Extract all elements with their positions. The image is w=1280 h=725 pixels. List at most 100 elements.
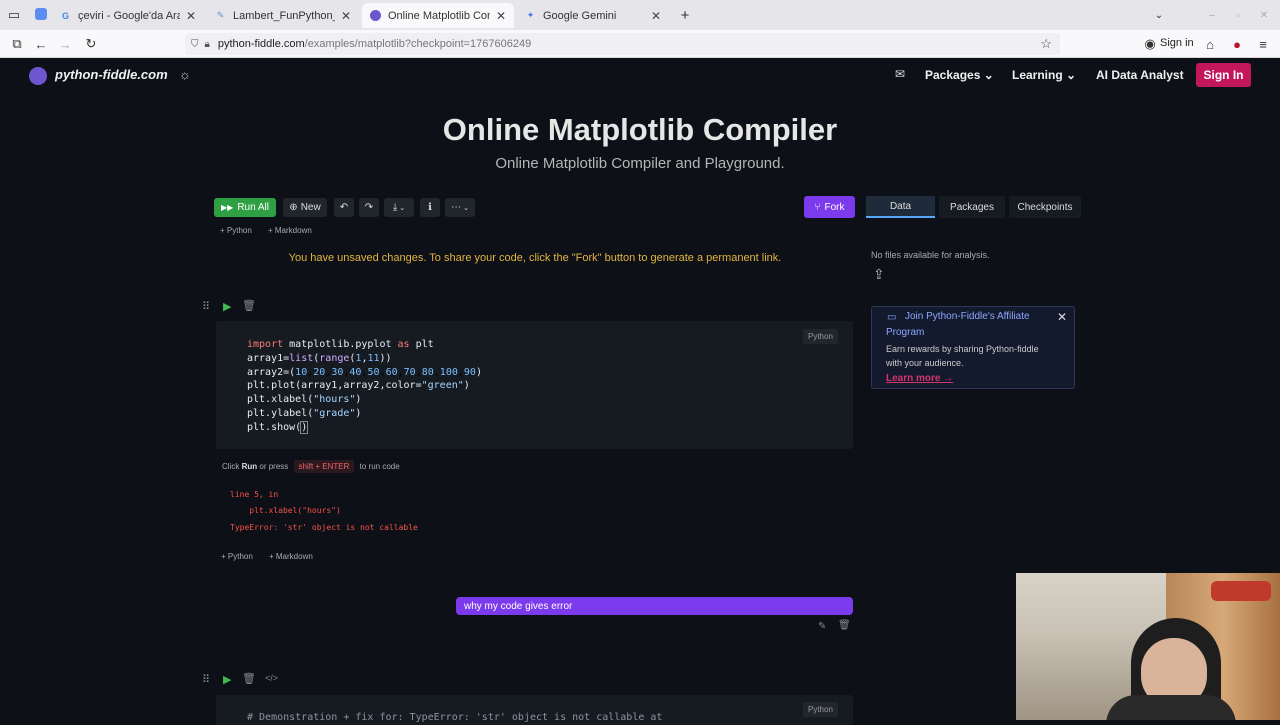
red-object: [1211, 581, 1271, 601]
new-button[interactable]: ⊕ New: [283, 198, 327, 217]
info-button[interactable]: ℹ: [420, 198, 440, 217]
delete-cell-icon[interactable]: 🗑︎: [242, 672, 256, 685]
more-button[interactable]: ⋯ ⌄: [445, 198, 475, 217]
run-all-button[interactable]: ▶▶ Run All: [214, 198, 276, 217]
chevron-down-icon: ⌄: [399, 204, 406, 212]
nav-learning[interactable]: Learning ⌄: [1012, 68, 1076, 82]
language-badge[interactable]: Python: [803, 702, 838, 717]
mail-icon[interactable]: ✉: [895, 67, 905, 81]
affiliate-title: Join Python-Fiddle's Affiliate: [905, 311, 1030, 322]
tab-google-search[interactable]: G çeviri - Google'da Ara ✕: [52, 3, 204, 28]
download-icon: ⤓: [392, 202, 398, 213]
plus-circle-icon: ⊕: [289, 202, 298, 213]
nav-packages-label: Packages: [925, 68, 981, 82]
gemini-icon: ✦: [526, 10, 535, 20]
pinned-tab-icon[interactable]: [35, 8, 47, 20]
affiliate-card: ▭ Join Python-Fiddle's Affiliate Program…: [871, 306, 1075, 389]
code-editor[interactable]: import matplotlib.pyplot as plt array1=l…: [247, 338, 482, 435]
close-tab-icon[interactable]: ✕: [651, 9, 661, 23]
close-icon[interactable]: ✕: [1057, 310, 1067, 324]
page-subtitle: Online Matplotlib Compiler and Playgroun…: [495, 155, 785, 172]
edit-icon[interactable]: ✎: [818, 621, 826, 632]
tab-overview-icon[interactable]: ▭: [6, 7, 22, 23]
window-close-icon[interactable]: ✕: [1256, 7, 1272, 23]
browser-signin[interactable]: Sign in: [1160, 37, 1194, 49]
hint-text: or press: [259, 462, 289, 471]
fork-button[interactable]: ⑂ Fork: [804, 196, 855, 218]
download-button[interactable]: ⤓ ⌄: [384, 198, 414, 217]
redo-button[interactable]: ↷: [359, 198, 379, 217]
error-output-line: TypeError: 'str' object is not callable: [230, 523, 418, 532]
maximize-icon[interactable]: ▫: [1230, 7, 1246, 23]
drag-handle-icon[interactable]: ⠿: [202, 300, 210, 313]
language-badge[interactable]: Python: [803, 329, 838, 344]
delete-cell-icon[interactable]: 🗑︎: [242, 299, 256, 312]
upload-icon[interactable]: ⇪: [873, 266, 885, 283]
code-cell[interactable]: Python import matplotlib.pyplot as plt a…: [216, 321, 853, 449]
webcam-overlay: [1016, 573, 1280, 720]
run-hint: Click Run or press shift + ENTER to run …: [222, 460, 400, 473]
minimize-icon[interactable]: –: [1204, 7, 1220, 23]
add-python-cell[interactable]: + Python: [221, 552, 253, 561]
close-tab-icon[interactable]: ✕: [496, 9, 506, 23]
code-icon[interactable]: </>: [265, 673, 278, 683]
tab-title: Online Matplotlib Compi: [388, 9, 490, 22]
tab-checkpoints[interactable]: Checkpoints: [1009, 196, 1081, 218]
tab-packages[interactable]: Packages: [939, 196, 1005, 218]
tab-data[interactable]: Data: [866, 196, 935, 218]
url-bar[interactable]: ⛉ 🔒︎ python-fiddle.com /examples/matplot…: [185, 33, 1060, 55]
menu-icon[interactable]: ≡: [1255, 36, 1271, 52]
chevron-down-icon: ⌄: [463, 204, 469, 212]
keyboard-shortcut: shift + ENTER: [293, 460, 355, 473]
run-cell-icon[interactable]: ▶: [223, 300, 231, 313]
close-tab-icon[interactable]: ✕: [186, 9, 196, 23]
bookmark-star-icon[interactable]: ☆: [1040, 36, 1052, 52]
error-output-line: plt.xlabel("hours"): [230, 506, 341, 515]
code-editor[interactable]: # Demonstration + fix for: TypeError: 's…: [247, 711, 662, 725]
tracking-protection-icon[interactable]: ⛉: [191, 39, 199, 50]
tab-title: çeviri - Google'da Ara: [78, 9, 180, 22]
affiliate-body: with your audience.: [886, 358, 964, 368]
fork-label: Fork: [824, 201, 845, 213]
drag-handle-icon[interactable]: ⠿: [202, 673, 210, 686]
python-fiddle-logo-icon[interactable]: [29, 67, 47, 85]
back-icon[interactable]: ←: [33, 36, 49, 52]
nav-ai-data-analyst[interactable]: AI Data Analyst: [1096, 68, 1184, 82]
code-cell[interactable]: Python # Demonstration + fix for: TypeEr…: [216, 695, 853, 725]
chevron-down-icon: ⌄: [983, 68, 994, 82]
site-logo[interactable]: python-fiddle.com: [55, 67, 168, 82]
extension-addon-icon[interactable]: ●: [1229, 36, 1245, 52]
page-title: Online Matplotlib Compiler: [442, 112, 838, 147]
learn-more-link[interactable]: Learn more →: [886, 373, 953, 384]
chat-message: why my code gives error: [456, 597, 853, 615]
new-tab-icon[interactable]: +: [677, 7, 693, 24]
video-icon: ▭: [887, 312, 897, 323]
list-tabs-icon[interactable]: ⌄: [1151, 7, 1167, 23]
undo-button[interactable]: ↶: [334, 198, 354, 217]
hint-text: Click: [222, 462, 240, 471]
url-host: python-fiddle.com: [217, 38, 305, 50]
tab-gemini[interactable]: ✦ Google Gemini ✕: [517, 3, 669, 28]
browser-tab-bar: ▭ G çeviri - Google'da Ara ✕ ✎ Lambert_F…: [0, 0, 1280, 30]
lock-icon[interactable]: 🔒︎: [205, 39, 210, 50]
redo-icon: ↷: [364, 202, 374, 213]
delete-icon[interactable]: 🗑︎: [838, 620, 851, 631]
new-label: New: [300, 202, 321, 213]
account-icon[interactable]: ◉: [1142, 36, 1158, 52]
forward-icon[interactable]: →: [57, 36, 73, 52]
tab-lambert[interactable]: ✎ Lambert_FunPython_3e_ ✕: [207, 3, 359, 28]
run-cell-icon[interactable]: ▶: [223, 673, 231, 686]
tab-title: Lambert_FunPython_3e_: [233, 9, 335, 22]
sidebar-icon[interactable]: ⧉: [9, 36, 25, 52]
add-markdown-cell[interactable]: + Markdown: [269, 552, 313, 561]
theme-toggle-icon[interactable]: ☼: [179, 67, 191, 82]
close-tab-icon[interactable]: ✕: [341, 9, 351, 23]
add-python-cell[interactable]: + Python: [220, 226, 252, 235]
signin-button[interactable]: Sign In: [1196, 63, 1251, 87]
tab-matplotlib-compiler[interactable]: Online Matplotlib Compi ✕: [362, 3, 514, 28]
add-markdown-cell[interactable]: + Markdown: [268, 226, 312, 235]
nav-packages[interactable]: Packages ⌄: [925, 68, 994, 82]
fast-forward-icon: ▶▶: [221, 203, 234, 212]
extensions-icon[interactable]: ⌂: [1202, 36, 1218, 52]
reload-icon[interactable]: ↻: [83, 36, 99, 52]
